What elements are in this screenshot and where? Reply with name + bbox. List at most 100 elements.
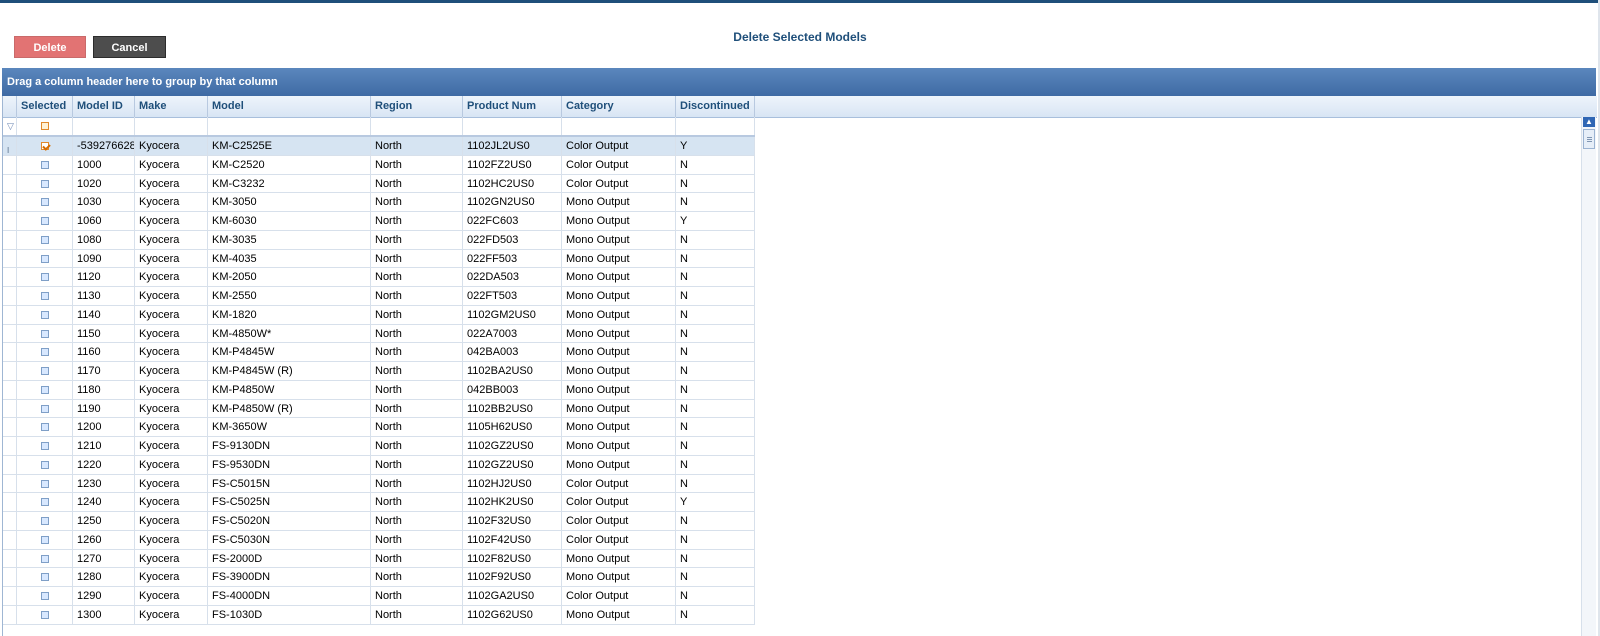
filter-make-cell[interactable] bbox=[135, 117, 208, 135]
column-header-discontinued[interactable]: Discontinued bbox=[676, 96, 755, 117]
row-checkbox[interactable] bbox=[41, 517, 49, 525]
row-checkbox[interactable] bbox=[41, 460, 49, 469]
row-indicator-cell[interactable] bbox=[3, 587, 17, 605]
row-checkbox[interactable] bbox=[41, 404, 49, 413]
table-row[interactable]: 1080 Kyocera KM-3035 North 022FD503 Mono Outp… bbox=[3, 230, 755, 250]
row-checkbox[interactable] bbox=[41, 573, 49, 582]
row-indicator-cell[interactable] bbox=[3, 287, 17, 305]
table-row[interactable]: 1030 Kyocera KM-3050 North 1102GN2US0 Mono Ou… bbox=[3, 193, 755, 212]
selected-cell[interactable] bbox=[17, 587, 73, 605]
row-indicator-cell[interactable] bbox=[3, 549, 17, 568]
row-indicator-cell[interactable] bbox=[3, 324, 17, 343]
row-checkbox[interactable] bbox=[41, 273, 49, 282]
row-checkbox[interactable] bbox=[41, 385, 49, 394]
scroll-thumb[interactable] bbox=[1583, 129, 1595, 149]
table-row[interactable]: 1240 Kyocera FS-C5025N North 1102HK2US0 Color… bbox=[3, 493, 755, 512]
row-checkbox[interactable] bbox=[41, 310, 49, 319]
row-indicator-cell[interactable] bbox=[3, 212, 17, 230]
row-checkbox[interactable] bbox=[41, 442, 49, 450]
filter-discontinued-cell[interactable] bbox=[676, 117, 755, 135]
table-row[interactable]: 1250 Kyocera FS-C5020N North 1102F32US0 Color… bbox=[3, 512, 755, 531]
column-header-product-num[interactable]: Product Num bbox=[463, 96, 562, 117]
selected-cell[interactable] bbox=[17, 155, 73, 174]
row-indicator-cell[interactable] bbox=[3, 568, 17, 587]
group-panel[interactable]: Drag a column header here to group by th… bbox=[2, 68, 1596, 96]
selected-cell[interactable] bbox=[17, 474, 73, 493]
table-row[interactable]: 1150 Kyocera KM-4850W* North 022A7003 Mono Ou… bbox=[3, 324, 755, 344]
table-row[interactable]: 1290 Kyocera FS-4000DN North 1102GA2US0 Color… bbox=[3, 587, 755, 606]
selected-cell[interactable] bbox=[17, 343, 73, 362]
selected-cell[interactable] bbox=[17, 605, 73, 624]
row-checkbox[interactable] bbox=[41, 554, 49, 563]
table-row[interactable]: 1000 Kyocera KM-C2520 North 1102FZ2US0 Color … bbox=[3, 155, 755, 175]
selected-cell[interactable] bbox=[17, 493, 73, 512]
row-indicator-cell[interactable] bbox=[3, 249, 17, 268]
row-indicator-cell[interactable] bbox=[3, 174, 17, 193]
row-checkbox[interactable] bbox=[41, 329, 49, 338]
row-checkbox[interactable] bbox=[41, 348, 49, 357]
table-row[interactable]: 1210 Kyocera FS-9130DN North 1102GZ2US0 Mono … bbox=[3, 437, 755, 456]
selected-cell[interactable] bbox=[17, 549, 73, 568]
table-row[interactable]: 1020 Kyocera KM-C3232 North 1102HC2US0 Color … bbox=[3, 174, 755, 194]
row-indicator-cell[interactable] bbox=[3, 418, 17, 437]
row-indicator-cell[interactable] bbox=[3, 455, 17, 474]
column-header-region[interactable]: Region bbox=[371, 96, 463, 117]
selected-cell[interactable] bbox=[17, 568, 73, 587]
table-row[interactable]: 1160 Kyocera KM-P4845W North 042BA003 Mono Ou… bbox=[3, 343, 755, 362]
selected-cell[interactable] bbox=[17, 362, 73, 380]
selected-cell[interactable] bbox=[17, 193, 73, 212]
row-checkbox[interactable] bbox=[41, 479, 49, 488]
table-row[interactable]: 1230 Kyocera FS-C5015N North 1102HJ2US0 Color… bbox=[3, 474, 755, 494]
selected-cell[interactable] bbox=[17, 212, 73, 230]
table-row[interactable]: 1060 Kyocera KM-6030 North 022FC603 Mono Outp… bbox=[3, 212, 755, 231]
selected-cell[interactable] bbox=[17, 174, 73, 193]
row-checkbox[interactable] bbox=[41, 235, 49, 244]
checked-checkbox[interactable] bbox=[41, 142, 49, 150]
row-checkbox[interactable] bbox=[41, 217, 49, 225]
row-indicator-cell[interactable] bbox=[3, 193, 17, 212]
row-indicator-cell[interactable] bbox=[3, 399, 17, 418]
selected-cell[interactable] bbox=[17, 287, 73, 305]
row-checkbox[interactable] bbox=[41, 254, 49, 263]
column-header-make[interactable]: Make bbox=[135, 96, 208, 117]
vertical-scrollbar[interactable]: ▲ bbox=[1581, 117, 1596, 636]
selected-cell[interactable] bbox=[17, 137, 73, 155]
row-checkbox[interactable] bbox=[41, 423, 49, 432]
table-row[interactable]: 1280 Kyocera FS-3900DN North 1102F92US0 Mono … bbox=[3, 568, 755, 587]
row-indicator-cell[interactable] bbox=[3, 305, 17, 324]
row-indicator-cell[interactable] bbox=[3, 474, 17, 493]
scroll-up-icon[interactable]: ▲ bbox=[1583, 117, 1595, 127]
table-row[interactable]: 1120 Kyocera KM-2050 North 022DA503 Mono Outp… bbox=[3, 268, 755, 287]
row-indicator-cell[interactable] bbox=[3, 362, 17, 380]
table-row[interactable]: 1180 Kyocera KM-P4850W North 042BB003 Mono Ou… bbox=[3, 380, 755, 400]
row-checkbox[interactable] bbox=[41, 179, 49, 188]
row-indicator-cell[interactable] bbox=[3, 343, 17, 362]
selected-cell[interactable] bbox=[17, 399, 73, 418]
table-row[interactable]: 1090 Kyocera KM-4035 North 022FF503 Mono Outp… bbox=[3, 249, 755, 269]
filter-category-cell[interactable] bbox=[562, 117, 676, 135]
table-row[interactable]: 1300 Kyocera FS-1030D North 1102G62US0 Mono O… bbox=[3, 605, 755, 625]
filter-product-num-cell[interactable] bbox=[463, 117, 562, 135]
selected-cell[interactable] bbox=[17, 437, 73, 455]
table-row[interactable]: 1170 Kyocera KM-P4845W (R) North 1102BA2US0 M… bbox=[3, 362, 755, 381]
selected-cell[interactable] bbox=[17, 530, 73, 549]
row-checkbox[interactable] bbox=[41, 292, 49, 300]
filter-region-cell[interactable] bbox=[371, 117, 463, 135]
row-checkbox[interactable] bbox=[41, 498, 49, 507]
table-row[interactable]: 1260 Kyocera FS-C5030N North 1102F42US0 Color… bbox=[3, 530, 755, 550]
selected-cell[interactable] bbox=[17, 418, 73, 437]
filter-model-id-cell[interactable] bbox=[73, 117, 135, 135]
row-indicator-cell[interactable] bbox=[3, 230, 17, 249]
row-checkbox[interactable] bbox=[41, 198, 49, 207]
selected-cell[interactable] bbox=[17, 230, 73, 249]
table-row[interactable]: 1220 Kyocera FS-9530DN North 1102GZ2US0 Mono … bbox=[3, 455, 755, 475]
row-checkbox[interactable] bbox=[41, 610, 49, 619]
table-row[interactable]: 1140 Kyocera KM-1820 North 1102GM2US0 Mono Ou… bbox=[3, 305, 755, 325]
selected-cell[interactable] bbox=[17, 324, 73, 343]
row-indicator-cell[interactable] bbox=[3, 437, 17, 455]
row-indicator-cell[interactable] bbox=[3, 268, 17, 287]
row-checkbox[interactable] bbox=[41, 367, 49, 375]
table-row[interactable]: 1270 Kyocera FS-2000D North 1102F82US0 Mono O… bbox=[3, 549, 755, 569]
row-indicator-cell[interactable] bbox=[3, 512, 17, 530]
selected-cell[interactable] bbox=[17, 305, 73, 324]
